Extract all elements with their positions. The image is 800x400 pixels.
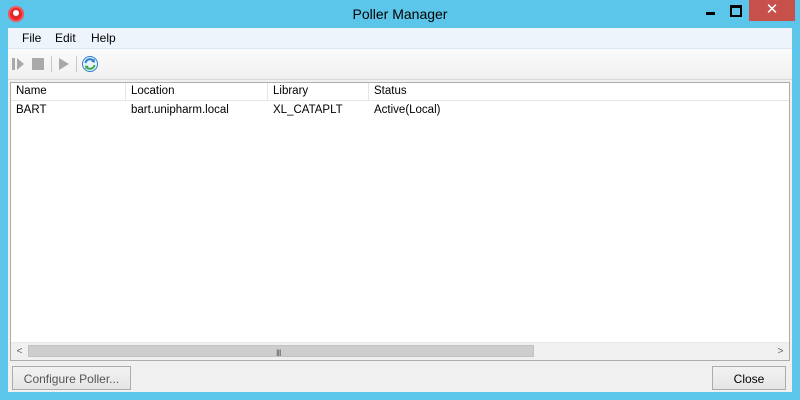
cell-name: BART (16, 104, 47, 116)
scroll-left-icon[interactable]: < (11, 343, 28, 360)
scrollbar-grip-icon: III (276, 348, 281, 358)
column-header-location[interactable]: Location (126, 83, 268, 100)
horizontal-scrollbar[interactable]: < III > (11, 342, 789, 360)
menu-help[interactable]: Help (91, 31, 116, 45)
minimize-icon (705, 12, 715, 15)
menu-bar: File Edit Help (8, 28, 792, 49)
column-header-library[interactable]: Library (268, 83, 369, 100)
close-button[interactable]: Close (712, 366, 786, 390)
menu-file[interactable]: File (22, 31, 41, 45)
table-row[interactable]: BART bart.unipharm.local XL_CATAPLT Acti… (11, 102, 789, 118)
list-header: Name Location Library Status (11, 83, 789, 101)
cell-location: bart.unipharm.local (131, 104, 229, 116)
play-icon[interactable] (55, 55, 73, 73)
cell-status: Active(Local) (374, 104, 441, 116)
toolbar (8, 49, 792, 80)
toolbar-separator (76, 56, 77, 72)
close-icon: ✕ (765, 1, 779, 18)
poller-manager-window: Poller Manager ✕ File Edit Help Name Loc… (0, 0, 800, 400)
pause-icon[interactable] (9, 55, 27, 73)
title-bar[interactable]: Poller Manager ✕ (0, 0, 800, 28)
column-header-name[interactable]: Name (11, 83, 126, 100)
refresh-icon[interactable] (81, 55, 99, 73)
column-header-status[interactable]: Status (369, 83, 789, 100)
stop-icon[interactable] (29, 55, 47, 73)
scrollbar-thumb[interactable]: III (28, 345, 534, 358)
configure-poller-button[interactable]: Configure Poller... (12, 366, 131, 390)
menu-edit[interactable]: Edit (55, 31, 76, 45)
minimize-button[interactable] (697, 0, 723, 21)
maximize-icon (730, 4, 742, 17)
close-window-button[interactable]: ✕ (749, 0, 795, 21)
maximize-button[interactable] (723, 0, 749, 21)
toolbar-separator (51, 56, 52, 72)
poller-list[interactable]: Name Location Library Status BART bart.u… (10, 82, 790, 361)
client-area: File Edit Help Name Location Library Sta… (8, 28, 792, 392)
cell-library: XL_CATAPLT (273, 104, 343, 116)
window-title: Poller Manager (352, 6, 448, 22)
scroll-right-icon[interactable]: > (772, 343, 789, 360)
